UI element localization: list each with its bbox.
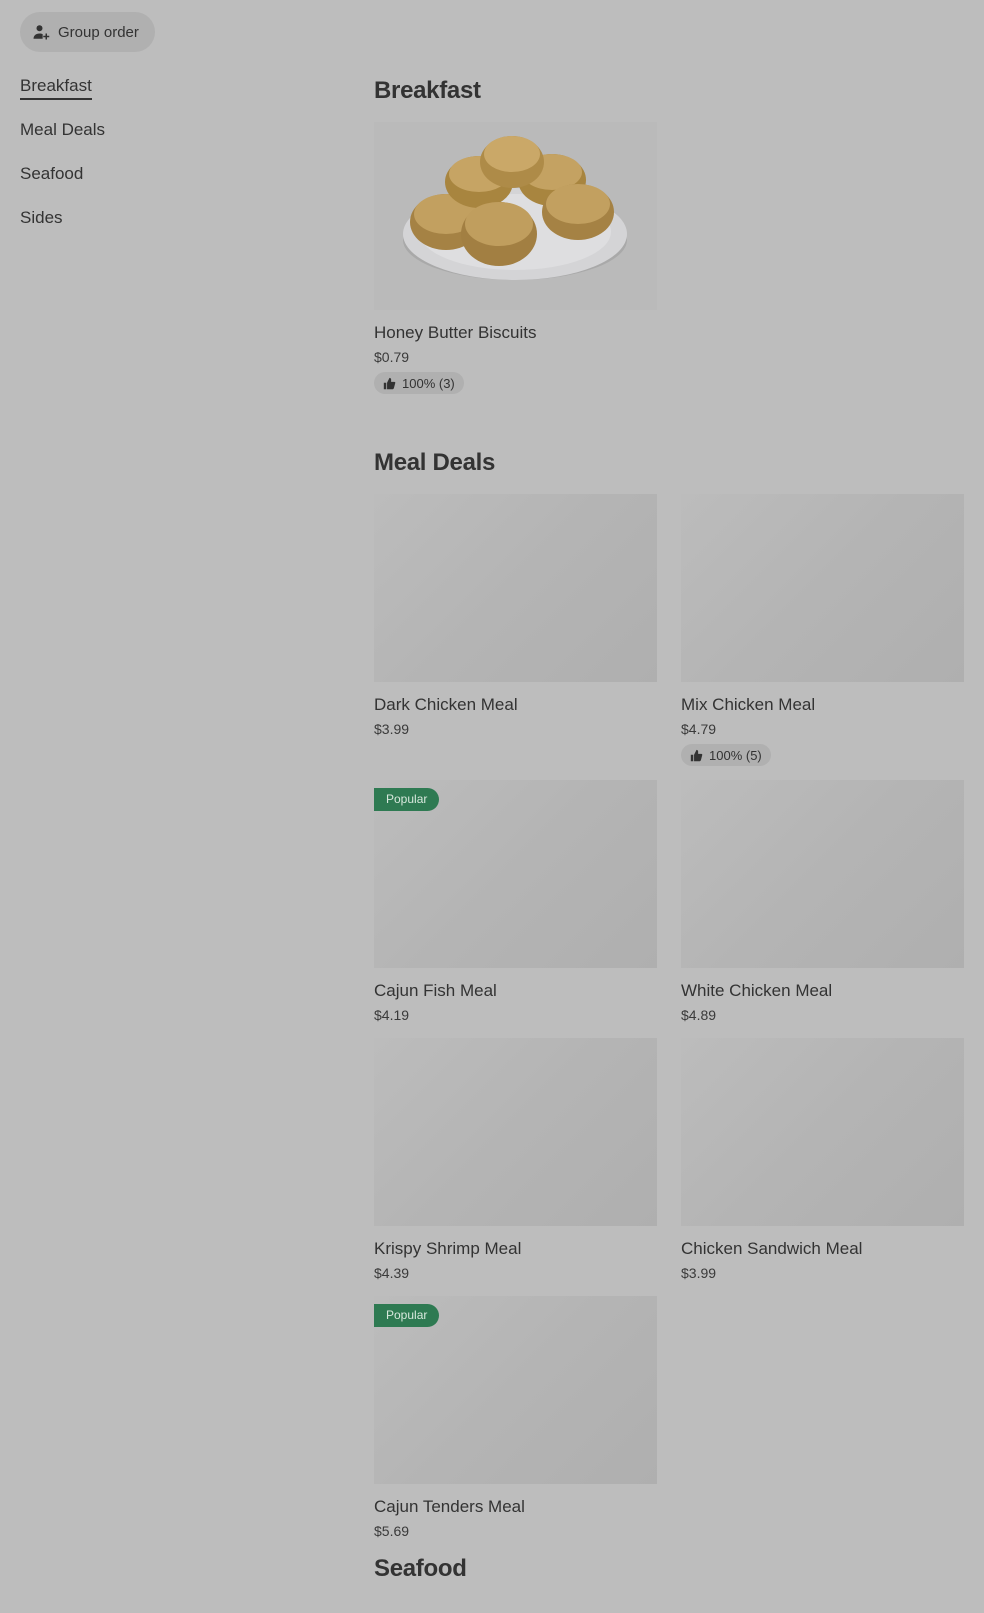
menu-item-price: $0.79 [374,349,410,365]
menu-item-name: Cajun Fish Meal [374,981,497,1000]
menu-item-name: White Chicken Meal [681,981,833,1000]
item-image-placeholder: Popular [374,1296,657,1484]
menu-item-price: $3.99 [374,721,410,737]
menu-item-card[interactable]: Honey Butter Biscuits $0.79 100% (3) [374,122,657,395]
menu-item-name: Chicken Sandwich Meal [681,1239,863,1258]
menu-item-price: $4.79 [681,721,717,737]
menu-item-card[interactable]: Mix Chicken Meal $4.79 100% (5) [681,494,964,767]
sidebar-item-label: Sides [20,208,63,227]
item-image-placeholder [681,494,964,682]
menu-item-price: $4.19 [374,1007,410,1023]
sidebar-item-label: Seafood [20,164,84,183]
person-add-icon [33,25,50,40]
rating-badge: 100% (5) [681,744,771,766]
menu-item-card[interactable]: Chicken Sandwich Meal $3.99 [681,1038,964,1282]
item-image-placeholder: Popular [374,780,657,968]
menu-item-card[interactable]: Popular Cajun Tenders Meal $5.69 [374,1296,657,1540]
category-sidebar: Breakfast Meal Deals Seafood Sides [20,74,320,250]
sidebar-item-sides[interactable]: Sides [20,206,320,250]
item-image-placeholder [681,780,964,968]
menu-item-card[interactable]: Dark Chicken Meal $3.99 [374,494,657,738]
sidebar-item-seafood[interactable]: Seafood [20,162,320,206]
group-order-button[interactable]: Group order [20,12,155,52]
item-image-placeholder [374,1038,657,1226]
biscuits-image [374,122,657,310]
sidebar-item-label: Meal Deals [20,120,106,139]
section-title-meal-deals: Meal Deals [374,449,496,476]
breakfast-grid: Honey Butter Biscuits $0.79 100% (3) [374,122,964,422]
menu-item-price: $4.89 [681,1007,717,1023]
menu-item-name: Honey Butter Biscuits [374,323,537,342]
menu-item-card[interactable]: Krispy Shrimp Meal $4.39 [374,1038,657,1282]
menu-item-price: $5.69 [374,1523,410,1539]
meal-deals-grid: Dark Chicken Meal $3.99 Mix Chicken Meal… [374,494,964,1540]
item-image-placeholder [681,1038,964,1226]
popular-badge: Popular [374,788,440,811]
sidebar-item-label: Breakfast [20,76,92,100]
menu-item-card[interactable]: White Chicken Meal $4.89 [681,780,964,1024]
thumbs-up-icon [690,749,703,761]
menu-item-name: Dark Chicken Meal [374,695,518,714]
section-title-seafood: Seafood [374,1555,467,1582]
rating-text: 100% (5) [709,747,762,763]
popular-badge: Popular [374,1304,440,1327]
sidebar-item-breakfast[interactable]: Breakfast [20,74,320,118]
section-title-breakfast: Breakfast [374,77,481,104]
menu-item-price: $4.39 [374,1265,410,1281]
rating-text: 100% (3) [402,375,455,391]
menu-item-card[interactable]: Popular Cajun Fish Meal $4.19 [374,780,657,1024]
menu-item-name: Mix Chicken Meal [681,695,816,714]
rating-badge: 100% (3) [374,372,464,394]
menu-item-price: $3.99 [681,1265,717,1281]
menu-content: Breakfast Honey Butter Biscuits $0.79 10… [374,74,964,1586]
thumbs-up-icon [383,377,396,389]
group-order-label: Group order [58,23,139,41]
sidebar-item-meal-deals[interactable]: Meal Deals [20,118,320,162]
menu-item-name: Cajun Tenders Meal [374,1497,525,1516]
menu-item-name: Krispy Shrimp Meal [374,1239,522,1258]
item-image-placeholder [374,494,657,682]
